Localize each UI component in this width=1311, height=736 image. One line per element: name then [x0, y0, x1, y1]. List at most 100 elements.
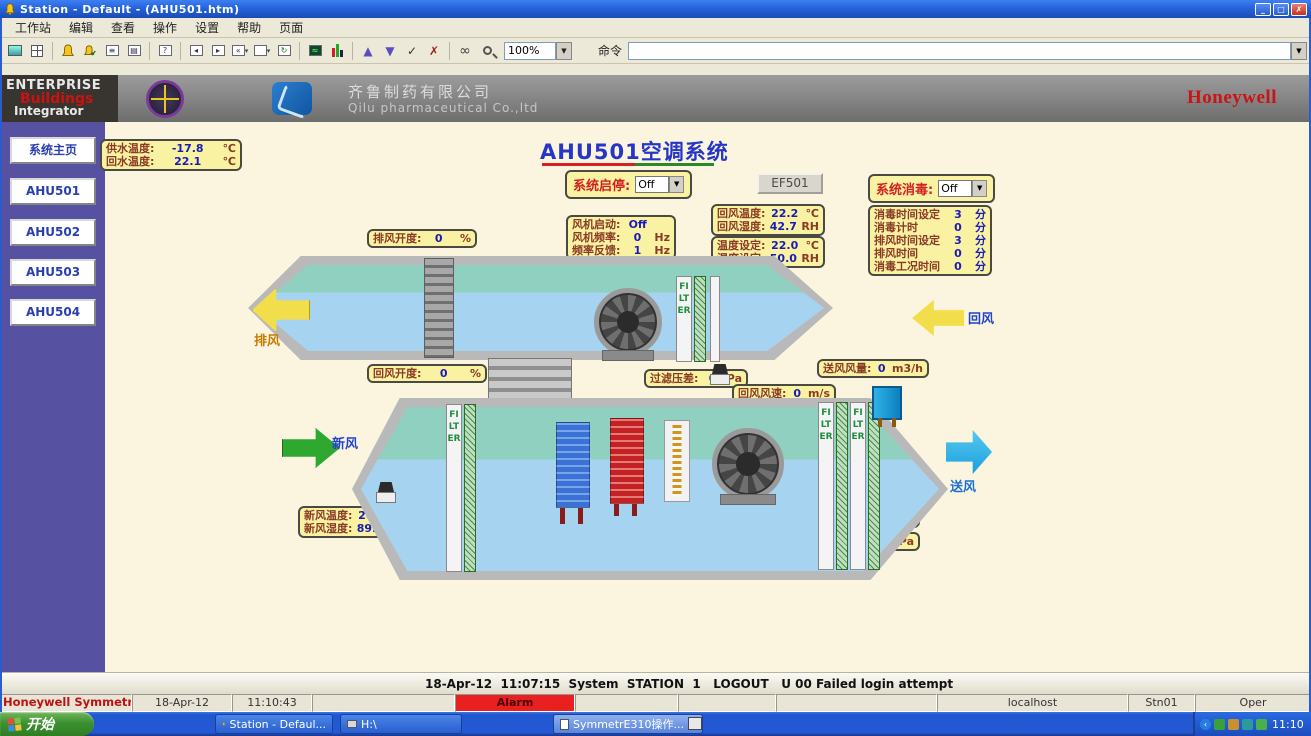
ef501-button[interactable]: EF501 — [757, 173, 823, 194]
menu-help[interactable]: 帮助 — [228, 17, 270, 38]
app-bell-icon — [4, 3, 16, 15]
zoom-dropdown-icon[interactable]: ▼ — [556, 42, 572, 60]
zoom-combo[interactable]: 100% ▼ — [504, 42, 572, 60]
maximize-button[interactable]: □ — [1273, 3, 1289, 16]
refresh-icon: ↻ — [278, 45, 291, 56]
command-label: 命令 — [598, 42, 622, 59]
company-logo — [272, 82, 312, 115]
data-label: 风机频率: — [572, 231, 620, 244]
window-frame-left — [0, 18, 2, 712]
fan-pedestal — [602, 350, 654, 361]
forward-page-icon: ▸ — [212, 45, 225, 56]
duct-interior — [257, 265, 824, 351]
question-icon: ? — [159, 45, 172, 56]
message-summary-icon[interactable]: ▤ — [123, 41, 145, 61]
zoom-grid-icon[interactable] — [26, 41, 48, 61]
data-value: 0 — [945, 260, 971, 273]
station-display-icon[interactable] — [4, 41, 26, 61]
menu-page[interactable]: 页面 — [270, 17, 312, 38]
sidebar-item-ahu501[interactable]: AHU501 — [10, 178, 96, 205]
command-dropdown-icon[interactable]: ▼ — [1291, 42, 1307, 60]
group-display-icon[interactable] — [326, 41, 348, 61]
menu-edit[interactable]: 编辑 — [60, 17, 102, 38]
help-icon[interactable]: ? — [154, 41, 176, 61]
disinfect-value[interactable]: Off — [938, 180, 972, 197]
disinfect-select[interactable]: Off ▼ — [938, 180, 987, 197]
title-bar[interactable]: Station - Default - (AHU501.htm) _ □ ✗ — [0, 0, 1311, 18]
page-refresh-icon[interactable]: ↻ — [273, 41, 295, 61]
taskbar-item-document[interactable]: SymmetrE310操作... — [553, 714, 703, 734]
bell-icon — [222, 719, 226, 729]
data-value: 3 — [945, 208, 971, 221]
trend-icon[interactable]: ≈ — [304, 41, 326, 61]
chevron-down-icon[interactable]: ▼ — [972, 180, 987, 197]
fan-top-box: 风机启动:Off风机频率:0Hz频率反馈:1Hz — [566, 215, 676, 260]
trend-chart-icon: ≈ — [309, 45, 322, 56]
raise-icon[interactable]: ▲ — [357, 41, 379, 61]
data-row: 回风温度:22.2℃ — [717, 207, 819, 220]
data-row: 风机频率:0Hz — [572, 231, 670, 244]
data-label: 送风风量: — [823, 362, 871, 375]
filter-mesh — [836, 402, 848, 570]
data-row: 排风时间0分 — [874, 247, 986, 260]
sidebar-item-ahu504[interactable]: AHU504 — [10, 299, 96, 326]
toolbar-separator — [52, 42, 53, 60]
filter-frame — [710, 276, 720, 362]
taskbar-item-station[interactable]: Station - Defaul... — [215, 714, 333, 734]
dropdown-caret-icon: ▾ — [267, 47, 271, 55]
company-name-cn: 齐鲁制药有限公司 — [348, 81, 492, 102]
page-favorites-icon[interactable]: ▾ — [251, 41, 273, 61]
tray-green-icon[interactable] — [1214, 719, 1225, 730]
page-recall-icon[interactable]: «▾ — [229, 41, 251, 61]
menu-view[interactable]: 查看 — [102, 17, 144, 38]
alarm-summary-icon[interactable] — [57, 41, 79, 61]
tray-chart-icon[interactable] — [1256, 719, 1267, 730]
menu-action[interactable]: 操作 — [144, 17, 186, 38]
page-back-icon[interactable]: ◂ — [185, 41, 207, 61]
tray-clock[interactable]: 11:10 — [1272, 718, 1304, 731]
window-title: Station - Default - (AHU501.htm) — [20, 3, 1255, 16]
language-bar-icon[interactable] — [688, 717, 702, 730]
data-row: 排风开度:0% — [373, 232, 471, 245]
sidebar-item-ahu503[interactable]: AHU503 — [10, 259, 96, 286]
close-button[interactable]: ✗ — [1291, 3, 1307, 16]
start-stop-value[interactable]: Off — [635, 176, 669, 193]
menu-bar: 工作站 编辑 查看 操作 设置 帮助 页面 — [0, 18, 1311, 38]
zoom-value[interactable]: 100% — [504, 42, 556, 60]
sidebar-item-ahu502[interactable]: AHU502 — [10, 219, 96, 246]
back-page-icon: ◂ — [190, 45, 203, 56]
tray-grid-icon[interactable] — [1228, 719, 1239, 730]
supply-arrow-icon — [946, 430, 992, 474]
task-label: H:\ — [361, 718, 377, 731]
data-row: 回风湿度:42.7RH — [717, 220, 819, 233]
chevron-down-icon[interactable]: ▼ — [669, 176, 684, 193]
toolbar-separator — [352, 42, 353, 60]
data-unit: ℃ — [221, 155, 236, 168]
fresh-air-filter: FILTER — [446, 404, 462, 572]
find-icon[interactable]: ∞ — [454, 41, 476, 61]
data-unit: ℃ — [221, 142, 236, 155]
tray-shield-icon[interactable] — [1242, 719, 1253, 730]
zoom-icon[interactable] — [476, 41, 498, 61]
start-button[interactable]: 开始 — [0, 712, 94, 736]
menu-configure[interactable]: 设置 — [186, 17, 228, 38]
system-start-stop-box: 系统启停: Off ▼ — [565, 170, 692, 199]
page-forward-icon[interactable]: ▸ — [207, 41, 229, 61]
lower-icon[interactable]: ▼ — [379, 41, 401, 61]
accept-icon[interactable]: ✓ — [401, 41, 423, 61]
alarm-indicator[interactable]: Alarm — [455, 694, 575, 712]
start-stop-select[interactable]: Off ▼ — [635, 176, 684, 193]
company-name-en: Qilu pharmaceutical Co.,ltd — [348, 101, 538, 115]
dropdown-caret-icon: ▾ — [245, 47, 249, 55]
taskbar-item-drive[interactable]: H:\ — [340, 714, 462, 734]
cancel-icon[interactable]: ✗ — [423, 41, 445, 61]
event-summary-icon[interactable]: ≡ — [101, 41, 123, 61]
command-input[interactable] — [628, 42, 1291, 60]
tray-back-icon[interactable]: ‹ — [1200, 719, 1211, 730]
minimize-button[interactable]: _ — [1255, 3, 1271, 16]
toolbar-separator — [449, 42, 450, 60]
alarm-ack-icon[interactable] — [79, 41, 101, 61]
compass-icon — [146, 80, 184, 118]
menu-workstation[interactable]: 工作站 — [6, 17, 60, 38]
sidebar-item-home[interactable]: 系统主页 — [10, 137, 96, 164]
